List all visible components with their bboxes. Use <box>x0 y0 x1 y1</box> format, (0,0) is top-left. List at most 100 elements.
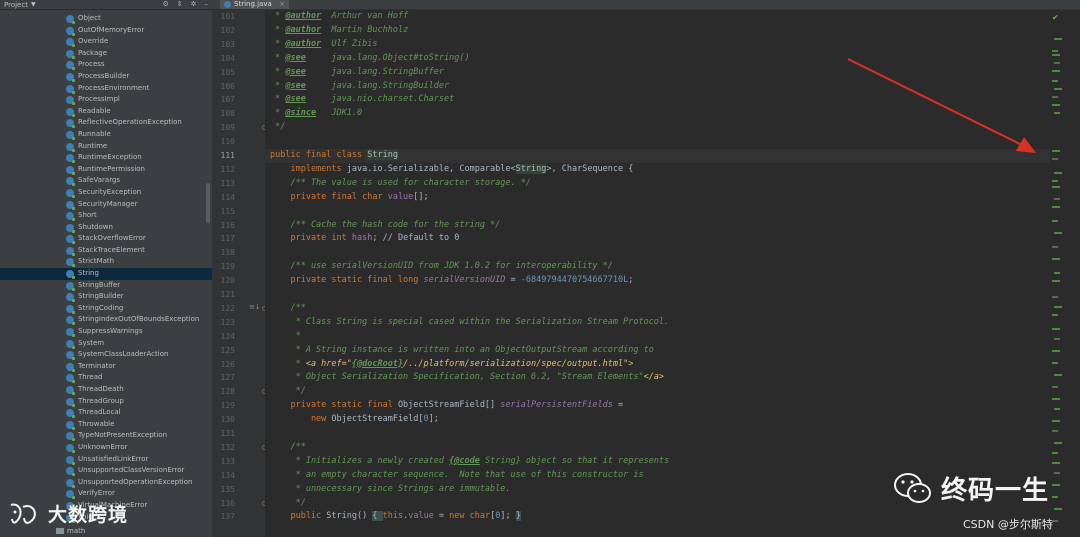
stripe-marker[interactable] <box>1052 54 1060 56</box>
stripe-marker[interactable] <box>1052 314 1058 316</box>
stripe-marker[interactable] <box>1052 220 1058 222</box>
tree-item[interactable]: SecurityManager <box>0 199 212 211</box>
stripe-marker[interactable] <box>1052 430 1058 432</box>
settings-icon[interactable]: ✲ <box>191 0 197 8</box>
tree-item[interactable]: SecurityException <box>0 187 212 199</box>
stripe-marker[interactable] <box>1052 280 1060 282</box>
stripe-marker[interactable] <box>1054 88 1062 90</box>
tree-item[interactable]: Runtime <box>0 141 212 153</box>
tree-item[interactable]: SuppressWarnings <box>0 326 212 338</box>
close-icon[interactable]: × <box>279 0 285 8</box>
tree-item[interactable]: System <box>0 338 212 350</box>
stripe-marker[interactable] <box>1052 50 1058 52</box>
stripe-marker[interactable] <box>1052 246 1058 248</box>
minimize-icon[interactable]: – <box>205 0 209 8</box>
tree-item[interactable]: Terminator <box>0 361 212 373</box>
stripe-marker[interactable] <box>1052 258 1060 260</box>
check-icon[interactable]: ✔ <box>1052 13 1059 22</box>
tree-item[interactable]: VerifyError <box>0 488 212 500</box>
tree-item[interactable]: Package <box>0 48 212 60</box>
tree-item[interactable]: String <box>0 268 212 280</box>
tree-item[interactable]: RuntimePermission <box>0 164 212 176</box>
tree-item[interactable]: StringIndexOutOfBoundsException <box>0 314 212 326</box>
tree-item[interactable]: StringCoding <box>0 303 212 315</box>
tree-item[interactable]: UnsatisfiedLinkError <box>0 454 212 466</box>
tree-item-label: ThreadLocal <box>78 408 121 417</box>
stripe-marker[interactable] <box>1052 206 1060 208</box>
stripe-marker[interactable] <box>1052 96 1058 98</box>
tree-item-math[interactable]: math <box>56 527 85 535</box>
stripe-marker[interactable] <box>1054 338 1060 340</box>
stripe-marker[interactable] <box>1054 232 1062 234</box>
tree-item[interactable]: ProcessBuilder <box>0 71 212 83</box>
stripe-marker[interactable] <box>1054 198 1060 200</box>
stripe-marker[interactable] <box>1052 452 1058 454</box>
stripe-marker[interactable] <box>1052 104 1060 106</box>
tree-item[interactable]: StrictMath <box>0 256 212 268</box>
stripe-marker[interactable] <box>1054 472 1060 474</box>
error-stripe[interactable] <box>1050 10 1080 537</box>
implementation-marker-icon[interactable]: ≡↓ <box>249 303 261 311</box>
stripe-marker[interactable] <box>1052 496 1058 498</box>
tree-item[interactable]: ProcessEnvironment <box>0 83 212 95</box>
tree-item[interactable]: UnknownError <box>0 442 212 454</box>
stripe-marker[interactable] <box>1052 186 1060 188</box>
code-line: * Initializes a newly created {@code Str… <box>270 456 670 466</box>
project-title[interactable]: Project <box>4 1 28 9</box>
tree-item[interactable]: Process <box>0 59 212 71</box>
tree-item[interactable]: SystemClassLoaderAction <box>0 349 212 361</box>
stripe-marker[interactable] <box>1052 80 1058 82</box>
stripe-marker[interactable] <box>1052 296 1058 298</box>
stripe-marker[interactable] <box>1052 70 1060 72</box>
stripe-marker[interactable] <box>1054 112 1060 114</box>
tree-item[interactable]: ThreadDeath <box>0 384 212 396</box>
stripe-marker[interactable] <box>1052 462 1060 464</box>
tree-item[interactable]: OutOfMemoryError <box>0 25 212 37</box>
stripe-marker[interactable] <box>1054 272 1060 274</box>
stripe-marker[interactable] <box>1052 398 1060 400</box>
tree-item[interactable]: Thread <box>0 372 212 384</box>
tree-item[interactable]: StackOverflowError <box>0 233 212 245</box>
tree-item[interactable]: RuntimeException <box>0 152 212 164</box>
stripe-marker[interactable] <box>1052 420 1060 422</box>
stripe-marker[interactable] <box>1052 386 1058 388</box>
tree-item[interactable]: Override <box>0 36 212 48</box>
stripe-marker[interactable] <box>1052 362 1058 364</box>
stripe-marker[interactable] <box>1054 508 1062 510</box>
stripe-marker[interactable] <box>1052 180 1058 182</box>
tree-item[interactable]: UnsupportedOperationException <box>0 477 212 489</box>
tree-item[interactable]: StringBuffer <box>0 280 212 292</box>
tree-item[interactable]: ThreadGroup <box>0 396 212 408</box>
tree-item[interactable]: StringBuilder <box>0 291 212 303</box>
split-icon[interactable]: ⇕ <box>177 0 183 8</box>
stripe-marker[interactable] <box>1052 484 1060 486</box>
stripe-marker[interactable] <box>1054 172 1062 174</box>
tree-item[interactable]: StackTraceElement <box>0 245 212 257</box>
tree-scrollbar[interactable] <box>206 183 210 223</box>
tree-item[interactable]: TypeNotPresentException <box>0 430 212 442</box>
tree-item[interactable]: ProcessImpl <box>0 94 212 106</box>
tree-item[interactable]: Shutdown <box>0 222 212 234</box>
tree-item[interactable]: SafeVarargs <box>0 175 212 187</box>
stripe-marker[interactable] <box>1054 62 1060 64</box>
tree-item[interactable]: UnsupportedClassVersionError <box>0 465 212 477</box>
stripe-marker[interactable] <box>1054 408 1060 410</box>
stripe-marker[interactable] <box>1052 328 1060 330</box>
tree-item[interactable]: Object <box>0 13 212 25</box>
tab-string-java[interactable]: String.java × <box>220 0 289 9</box>
stripe-marker[interactable] <box>1054 38 1062 40</box>
tree-item[interactable]: ReflectiveOperationException <box>0 117 212 129</box>
stripe-marker[interactable] <box>1052 350 1060 352</box>
tree-item[interactable]: Throwable <box>0 419 212 431</box>
stripe-marker[interactable] <box>1052 158 1058 160</box>
stripe-marker[interactable] <box>1054 442 1062 444</box>
gear-icon[interactable]: ⚙ <box>162 0 168 8</box>
tree-item[interactable]: Readable <box>0 106 212 118</box>
tree-item[interactable]: Short <box>0 210 212 222</box>
stripe-marker[interactable] <box>1054 374 1062 376</box>
tree-item[interactable]: ThreadLocal <box>0 407 212 419</box>
stripe-marker[interactable] <box>1052 150 1060 152</box>
stripe-marker[interactable] <box>1054 306 1062 308</box>
tree-item[interactable]: Runnable <box>0 129 212 141</box>
chevron-down-icon[interactable]: ▼ <box>31 1 36 8</box>
